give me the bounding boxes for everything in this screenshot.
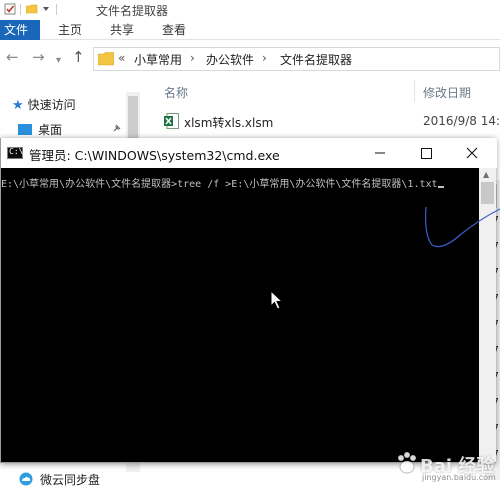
maximize-icon[interactable] (403, 138, 449, 168)
titlebar-divider (56, 4, 57, 15)
breadcrumb-item[interactable]: 办公软件 (206, 51, 254, 68)
breadcrumb-separator: › (190, 51, 195, 65)
tab-view[interactable]: 查看 (162, 20, 186, 40)
cmd-window-title: 管理员: C:\WINDOWS\system32\cmd.exe (29, 148, 280, 163)
breadcrumb-item[interactable]: 文件名提取器 (280, 51, 352, 68)
back-arrow-icon[interactable]: ← (6, 50, 19, 65)
explorer-titlebar: 文件名提取器 (0, 0, 500, 20)
nav-quick-access[interactable]: ★ 快速访问 (12, 96, 76, 113)
file-date: 2016/9/8 14: (423, 114, 500, 128)
breadcrumb-overflow[interactable]: « (118, 51, 125, 65)
nav-desktop[interactable]: 桌面 (18, 121, 62, 138)
close-icon[interactable] (449, 138, 495, 168)
breadcrumb-separator: › (262, 51, 267, 65)
file-name: xlsm转xls.xlsm (184, 116, 274, 130)
minimize-icon[interactable] (357, 138, 403, 168)
recent-locations-icon[interactable]: ▾ (56, 53, 61, 68)
folder-icon[interactable] (26, 3, 38, 15)
forward-arrow-icon[interactable]: → (32, 50, 45, 65)
quick-access-checkbox-icon[interactable] (4, 3, 16, 15)
desktop-icon (18, 124, 32, 135)
file-row[interactable]: xlsm转xls.xlsm 2016/9/8 14: (160, 113, 500, 131)
paw-logo-icon (397, 451, 417, 474)
watermark-url: jingyan.baidu.com (422, 473, 496, 482)
tab-file[interactable]: 文件 (0, 20, 40, 40)
window-title: 文件名提取器 (96, 4, 169, 18)
tab-home[interactable]: 主页 (58, 20, 82, 40)
ribbon-tabs: 文件 主页 共享 查看 (0, 20, 500, 40)
command-line: E:\小草常用\办公软件\文件名提取器>tree /f >E:\小草常用\办公软… (1, 179, 438, 190)
nav-cloud-sync[interactable]: 微云同步盘 (40, 471, 100, 488)
mouse-cursor-icon (270, 290, 284, 310)
address-bar[interactable]: « 小草常用 › 办公软件 › 文件名提取器 (93, 47, 500, 71)
cmd-window[interactable]: C:\_ 管理员: C:\WINDOWS\system32\cmd.exe E:… (0, 138, 497, 463)
breadcrumb-item[interactable]: 小草常用 (134, 51, 182, 68)
up-arrow-icon[interactable]: ↑ (72, 50, 85, 65)
star-icon: ★ (12, 98, 24, 113)
excel-file-icon (164, 113, 179, 129)
column-header-date[interactable]: 修改日期 (423, 84, 471, 101)
watermark: Bai 经验 jingyan.baidu.com (392, 446, 498, 482)
column-header-name[interactable]: 名称 (164, 84, 188, 101)
annotation-stroke (425, 206, 500, 248)
chevron-down-icon[interactable] (40, 3, 52, 15)
cmd-titlebar[interactable]: C:\_ 管理员: C:\WINDOWS\system32\cmd.exe (1, 138, 497, 168)
console-icon: C:\_ (7, 147, 28, 159)
column-divider[interactable] (414, 80, 415, 102)
console-scroll-thumb[interactable] (481, 182, 494, 204)
tab-share[interactable]: 共享 (110, 20, 134, 40)
titlebar-divider (20, 4, 21, 15)
console-text[interactable]: E:\小草常用\办公软件\文件名提取器>tree /f >E:\小草常用\办公软… (1, 178, 479, 192)
text-cursor (437, 186, 444, 188)
pin-icon[interactable] (112, 123, 122, 133)
folder-icon (98, 52, 114, 66)
cloud-icon (19, 472, 33, 486)
scroll-up-icon[interactable]: ▲ (483, 170, 489, 179)
